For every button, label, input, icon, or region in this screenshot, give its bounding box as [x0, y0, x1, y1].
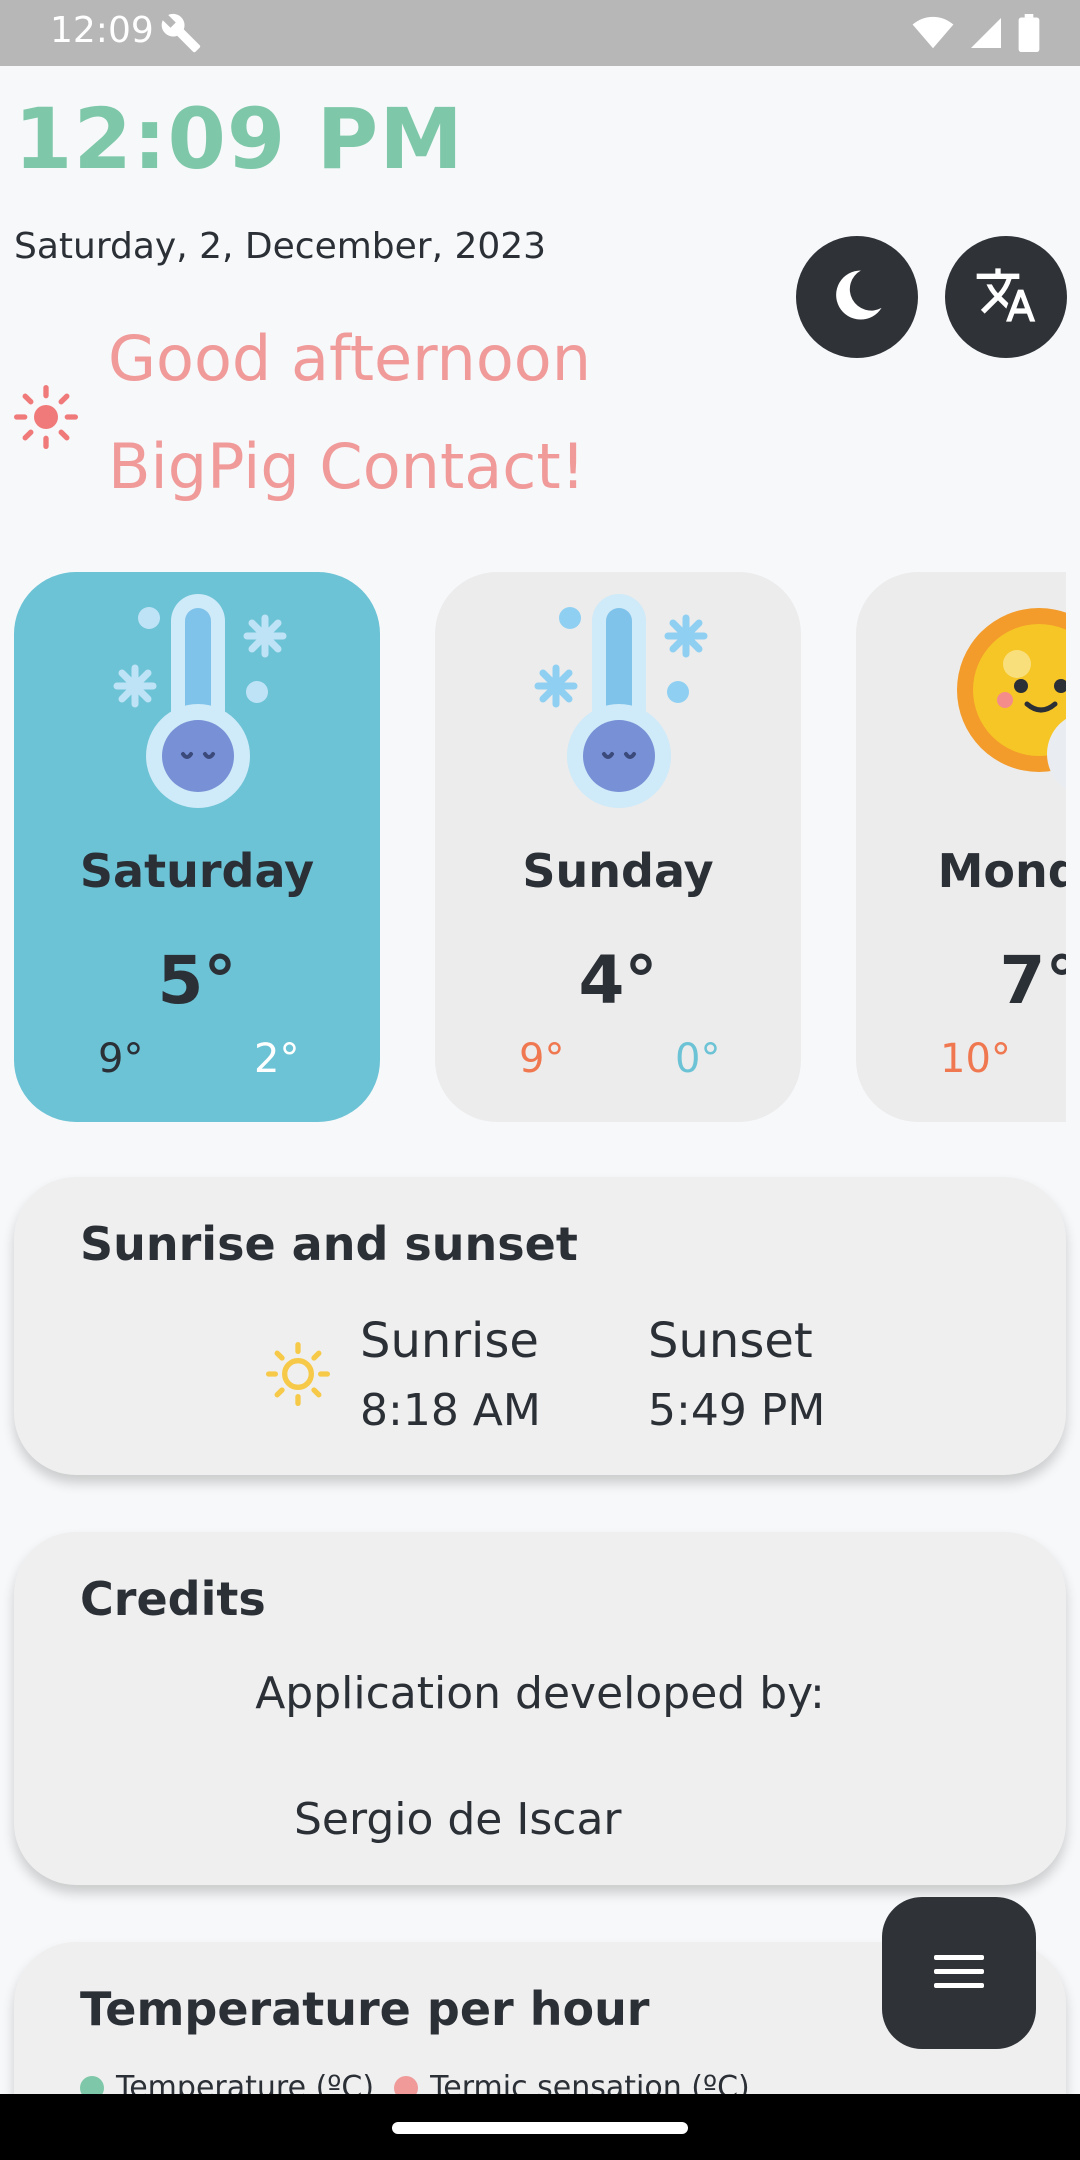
moon-icon [826, 264, 888, 330]
theme-toggle-button[interactable] [796, 236, 918, 358]
wifi-icon [912, 16, 954, 54]
forecast-card-monday[interactable]: Monday 7° 10° [856, 572, 1066, 1122]
hamburger-menu-icon [932, 1951, 986, 1995]
credits-title: Credits [80, 1572, 266, 1626]
day-max-temperature: 10° [940, 1036, 1011, 1082]
sunrise-time: 8:18 AM [360, 1385, 541, 1436]
cold-thermometer-icon [87, 594, 307, 814]
clock-time: 12:09 PM [14, 90, 464, 188]
cold-thermometer-icon [508, 594, 728, 814]
greeting-name: BigPig Contact! [108, 430, 586, 503]
day-temperature: 7° [999, 942, 1066, 1019]
sunrise-icon [266, 1342, 330, 1410]
greeting-text: Good afternoon [108, 322, 592, 395]
credits-developed-by: Application developed by: [255, 1668, 825, 1719]
temperature-chart-title: Temperature per hour [80, 1982, 650, 2036]
moon-icon [566, 1342, 626, 1406]
sunset-label: Sunset [648, 1313, 813, 1369]
day-temperature: 5° [157, 942, 237, 1019]
day-min-temperature: 0° [675, 1036, 721, 1082]
status-time: 12:09 [50, 10, 154, 51]
sunrise-sunset-card: Sunrise and sunset Sunrise 8:18 AM Sunse… [14, 1177, 1066, 1475]
current-date: Saturday, 2, December, 2023 [14, 226, 547, 267]
day-max-temperature: 9° [98, 1036, 144, 1082]
day-name: Monday [937, 844, 1066, 898]
home-gesture-handle[interactable] [392, 2122, 688, 2134]
status-icons [912, 14, 1040, 56]
day-name: Sunday [522, 844, 714, 898]
credits-card: Credits Application developed by: Sergio… [14, 1532, 1066, 1885]
language-button[interactable] [945, 236, 1067, 358]
day-temperature: 4° [578, 942, 658, 1019]
sun-icon [14, 385, 78, 453]
wrench-icon [160, 12, 202, 58]
sunset-time: 5:49 PM [648, 1385, 826, 1436]
menu-button[interactable] [882, 1897, 1036, 2049]
forecast-carousel[interactable]: Saturday 5° 9° 2° Sunday 4° 9° 0° Mond 7… [14, 572, 1066, 1122]
day-name: Saturday [79, 844, 315, 898]
battery-icon [1018, 14, 1040, 56]
day-min-temperature: 2° [254, 1036, 300, 1082]
day-max-temperature: 9° [519, 1036, 565, 1082]
signal-icon [968, 15, 1004, 55]
sunrise-sunset-title: Sunrise and sunset [80, 1217, 578, 1271]
credits-developer-name: Sergio de Iscar [294, 1794, 622, 1845]
translate-icon [974, 263, 1038, 331]
forecast-card-sunday[interactable]: Sunday 4° 9° 0° [435, 572, 801, 1122]
status-bar: 12:09 [0, 0, 1080, 66]
sunrise-label: Sunrise [360, 1313, 539, 1369]
forecast-card-saturday[interactable]: Saturday 5° 9° 2° [14, 572, 380, 1122]
sun-cloud-icon [929, 594, 1066, 814]
